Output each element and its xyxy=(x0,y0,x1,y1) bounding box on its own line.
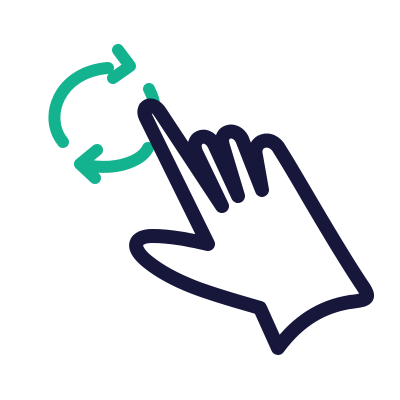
arrow-arc-top xyxy=(48,62,114,148)
rotate-gesture-icon xyxy=(48,44,374,355)
icon-canvas xyxy=(0,0,400,400)
arrow-head-top xyxy=(107,44,136,84)
pointing-hand-icon xyxy=(129,98,374,355)
hand-outline xyxy=(129,98,374,355)
